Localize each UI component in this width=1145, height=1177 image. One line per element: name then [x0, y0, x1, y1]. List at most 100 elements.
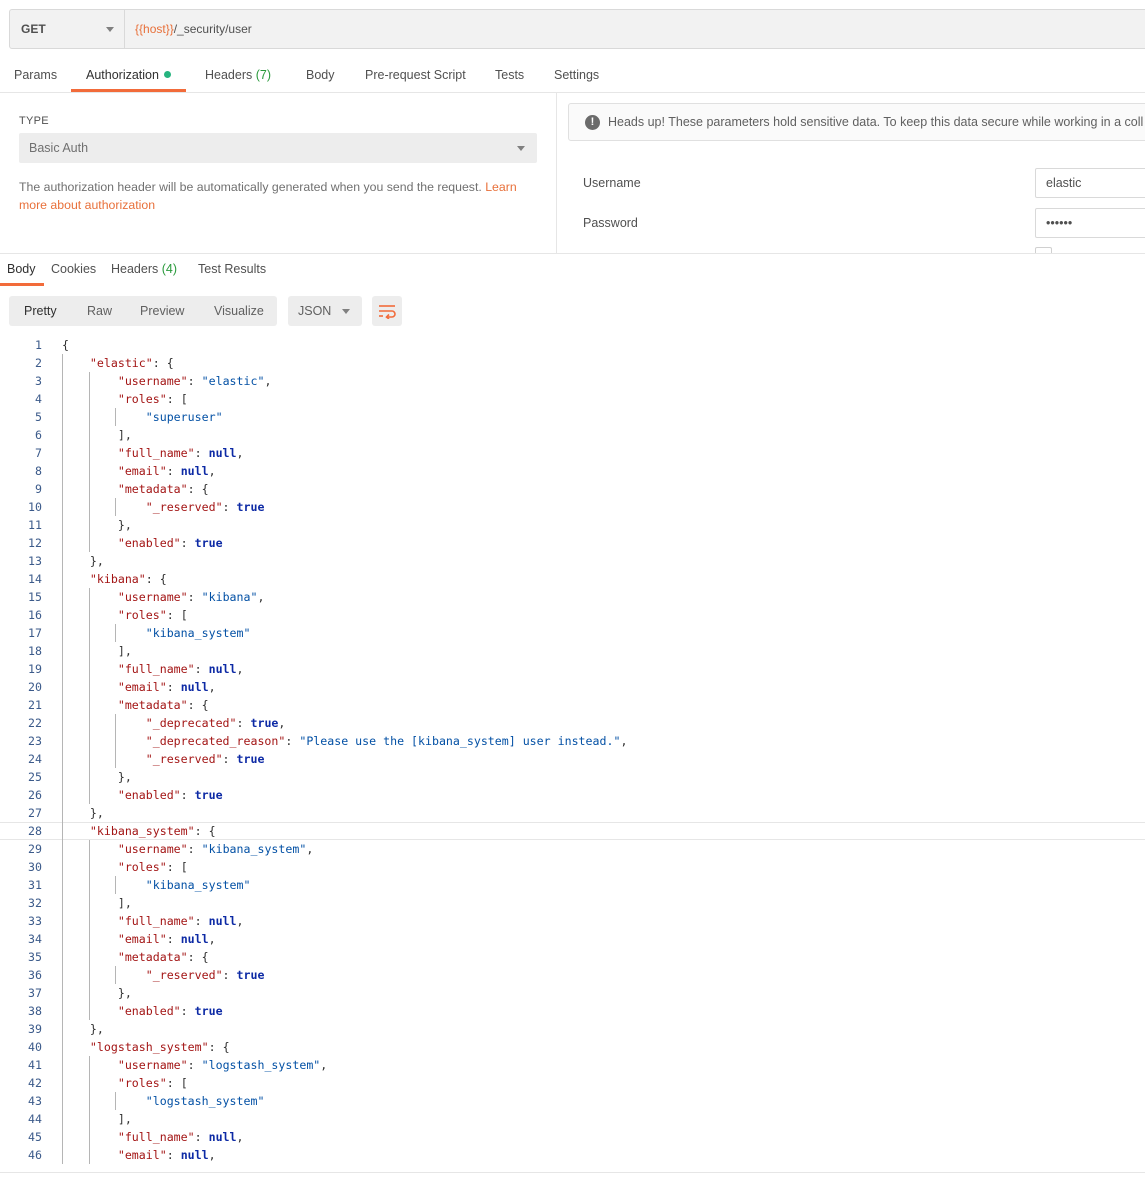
line-number: 13: [28, 554, 42, 568]
chevron-down-icon: [342, 308, 350, 314]
code-text: "roles": [: [117, 1076, 188, 1090]
code-text: },: [89, 554, 104, 568]
code-text: "_deprecated": true,: [145, 716, 286, 730]
tab-settings[interactable]: Settings: [554, 60, 599, 92]
status-dot-icon: [163, 71, 171, 78]
code-text: "enabled": true: [117, 1004, 223, 1018]
line-number: 10: [28, 500, 42, 514]
tab-label: Authorization: [86, 68, 159, 82]
password-field[interactable]: ••••••: [1035, 208, 1145, 238]
line-number: 6: [35, 428, 42, 442]
tab-body[interactable]: Body: [306, 60, 335, 92]
line-number: 15: [28, 590, 42, 604]
code-text: "metadata": {: [117, 482, 209, 496]
pretty-button[interactable]: Pretty: [24, 296, 57, 326]
code-text: "metadata": {: [117, 698, 209, 712]
code-text: "_reserved": true: [145, 752, 265, 766]
code-text: },: [89, 1022, 104, 1036]
tab-label: Params: [14, 68, 58, 82]
raw-button[interactable]: Raw: [87, 296, 112, 326]
tab-headers[interactable]: Headers (7): [205, 60, 271, 92]
code-line: 40 "logstash_system": {: [0, 1038, 1145, 1056]
line-number: 46: [28, 1148, 42, 1162]
line-number: 22: [28, 716, 42, 730]
divider: [0, 253, 1145, 254]
line-number: 39: [28, 1022, 42, 1036]
code-text: "logstash_system": {: [89, 1040, 230, 1054]
indent-guide: [88, 1056, 90, 1164]
wrap-lines-button[interactable]: [372, 296, 402, 326]
button-label: Raw: [87, 304, 113, 318]
format-select[interactable]: JSON: [288, 296, 362, 326]
line-number: 18: [28, 644, 42, 658]
line-number: 35: [28, 950, 42, 964]
code-line: 27 },: [0, 804, 1145, 822]
line-number: 7: [35, 446, 42, 460]
code-line: 5 "superuser": [0, 408, 1145, 426]
code-text: "username": "logstash_system",: [117, 1058, 328, 1072]
tab-tests[interactable]: Tests: [495, 60, 524, 92]
code-text: ],: [117, 644, 132, 658]
code-text: {: [62, 338, 69, 352]
url-input[interactable]: {{host}}/_security/user: [125, 10, 1145, 48]
tab-label: Headers: [111, 262, 159, 276]
button-label: Visualize: [214, 304, 264, 318]
code-line: 4 "roles": [: [0, 390, 1145, 408]
code-line: 8 "email": null,: [0, 462, 1145, 480]
line-number: 11: [28, 518, 42, 532]
code-line: 13 },: [0, 552, 1145, 570]
line-number: 1: [35, 338, 42, 352]
code-line: 42 "roles": [: [0, 1074, 1145, 1092]
line-number: 5: [35, 410, 42, 424]
tab-label: Cookies: [51, 262, 97, 276]
username-field[interactable]: elastic: [1035, 168, 1145, 198]
code-line: 30 "roles": [: [0, 858, 1145, 876]
response-body-editor[interactable]: 1{2 "elastic": {3 "username": "elastic",…: [0, 336, 1145, 1172]
code-line: 11 },: [0, 516, 1145, 534]
tab-params[interactable]: Params: [14, 60, 57, 92]
code-text: },: [117, 518, 132, 532]
code-line: 3 "username": "elastic",: [0, 372, 1145, 390]
code-line: 34 "email": null,: [0, 930, 1145, 948]
tab-pre-request-script[interactable]: Pre-request Script: [365, 60, 466, 92]
code-text: },: [117, 770, 132, 784]
code-line: 24 "_reserved": true: [0, 750, 1145, 768]
code-text: ],: [117, 1112, 132, 1126]
tab-label: Headers: [205, 68, 253, 82]
visualize-button[interactable]: Visualize: [214, 296, 264, 326]
code-line: 36 "_reserved": true: [0, 966, 1145, 984]
code-line: 45 "full_name": null,: [0, 1128, 1145, 1146]
code-text: "email": null,: [117, 680, 216, 694]
type-label: TYPE: [19, 115, 49, 127]
tab-test-results[interactable]: Test Results: [198, 256, 266, 286]
code-text: "logstash_system": [145, 1094, 265, 1108]
code-line: 28 "kibana_system": {: [0, 822, 1145, 840]
request-bar: GET {{host}}/_security/user: [9, 9, 1145, 49]
code-line: 26 "enabled": true: [0, 786, 1145, 804]
code-text: },: [117, 986, 132, 1000]
auth-type-select[interactable]: Basic Auth: [19, 133, 537, 163]
line-number: 30: [28, 860, 42, 874]
tab-response-body[interactable]: Body: [0, 256, 43, 286]
code-line: 18 ],: [0, 642, 1145, 660]
code-line: 9 "metadata": {: [0, 480, 1145, 498]
line-number: 36: [28, 968, 42, 982]
code-text: },: [89, 806, 104, 820]
line-number: 31: [28, 878, 42, 892]
code-line: 16 "roles": [: [0, 606, 1145, 624]
auth-type-panel: TYPE Basic Auth The authorization header…: [0, 93, 557, 253]
tab-count: (7): [255, 68, 272, 82]
tab-response-headers[interactable]: Headers (4): [111, 256, 177, 286]
tab-label: Test Results: [198, 262, 267, 276]
preview-button[interactable]: Preview: [140, 296, 184, 326]
code-line: 20 "email": null,: [0, 678, 1145, 696]
tab-authorization[interactable]: Authorization: [71, 60, 186, 92]
code-text: ],: [117, 428, 132, 442]
method-select[interactable]: GET: [10, 10, 125, 48]
tab-cookies[interactable]: Cookies: [51, 256, 96, 286]
code-line: 19 "full_name": null,: [0, 660, 1145, 678]
line-number: 2: [35, 356, 42, 370]
code-text: "email": null,: [117, 1148, 216, 1162]
sensitive-data-warning: ! Heads up! These parameters hold sensit…: [568, 103, 1145, 141]
code-line: 12 "enabled": true: [0, 534, 1145, 552]
